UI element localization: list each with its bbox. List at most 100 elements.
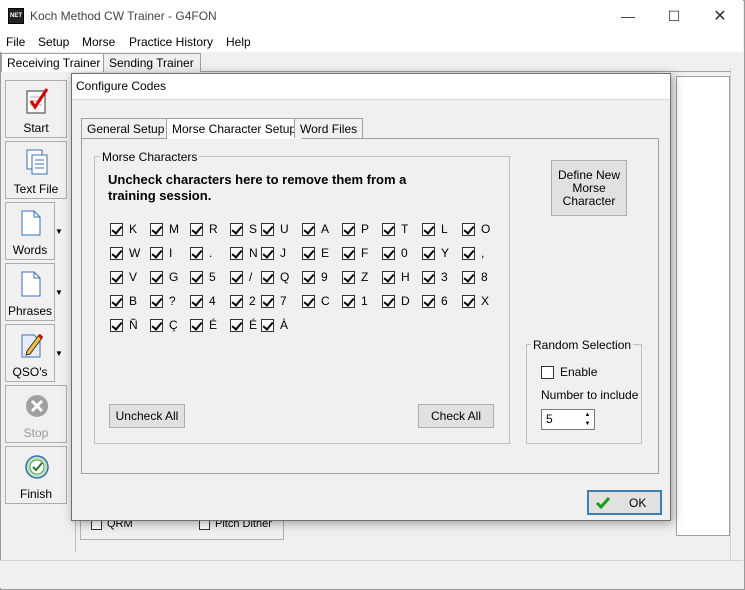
char-checkbox[interactable] [342,246,355,260]
char-checkbox[interactable] [382,222,395,236]
char-checkbox[interactable] [110,294,123,308]
menu-morse[interactable]: Morse [82,35,115,49]
char-checkbox[interactable] [342,294,355,308]
menu-file[interactable]: File [6,35,25,49]
char-checkbox-row[interactable]: T [382,221,408,237]
char-checkbox-row[interactable]: X [462,293,489,309]
char-checkbox[interactable] [261,246,274,260]
char-checkbox[interactable] [382,270,395,284]
char-checkbox-row[interactable]: 3 [422,269,448,285]
char-checkbox[interactable] [302,294,315,308]
char-checkbox[interactable] [230,222,243,236]
qsos-button[interactable]: QSO's [5,324,55,382]
char-checkbox-row[interactable]: 8 [462,269,488,285]
char-checkbox-row[interactable]: 6 [422,293,448,309]
char-checkbox-row[interactable]: 0 [382,245,408,261]
char-checkbox-row[interactable]: U [261,221,289,237]
char-checkbox-row[interactable]: Ñ [110,317,138,333]
char-checkbox[interactable] [422,246,435,260]
char-checkbox-row[interactable]: Ç [150,317,178,333]
char-checkbox[interactable] [150,270,163,284]
char-checkbox-row[interactable]: D [382,293,410,309]
phrases-button[interactable]: Phrases [5,263,55,321]
char-checkbox-row[interactable]: L [422,221,448,237]
char-checkbox-row[interactable]: , [462,245,484,261]
words-button[interactable]: Words [5,202,55,260]
char-checkbox-row[interactable]: B [110,293,137,309]
char-checkbox[interactable] [382,246,395,260]
char-checkbox[interactable] [462,246,475,260]
char-checkbox[interactable] [110,270,123,284]
char-checkbox[interactable] [342,222,355,236]
char-checkbox[interactable] [150,222,163,236]
char-checkbox[interactable] [342,270,355,284]
char-checkbox[interactable] [302,246,315,260]
char-checkbox-row[interactable]: 7 [261,293,287,309]
spin-up-icon[interactable]: ▲ [581,410,594,419]
define-new-morse-character-button[interactable]: Define New Morse Character [551,160,627,216]
char-checkbox[interactable] [150,246,163,260]
char-checkbox-row[interactable]: F [342,245,368,261]
char-checkbox[interactable] [230,318,243,332]
char-checkbox-row[interactable]: J [261,245,286,261]
char-checkbox-row[interactable]: Y [422,245,449,261]
stop-button[interactable]: Stop [5,385,67,443]
char-checkbox-row[interactable]: E [302,245,329,261]
char-checkbox-row[interactable]: 4 [190,293,216,309]
char-checkbox[interactable] [261,270,274,284]
char-checkbox[interactable] [422,294,435,308]
char-checkbox-row[interactable]: Z [342,269,368,285]
char-checkbox-row[interactable]: É [190,317,217,333]
char-checkbox-row[interactable]: / [230,269,252,285]
char-checkbox[interactable] [422,270,435,284]
char-checkbox[interactable] [150,318,163,332]
char-checkbox-row[interactable]: H [382,269,410,285]
close-button[interactable]: ✕ [697,0,743,32]
char-checkbox-row[interactable]: 5 [190,269,216,285]
menu-practice-history[interactable]: Practice History [129,35,213,49]
phrases-dropdown-icon[interactable]: ▼ [54,263,64,321]
tab-general-setup[interactable]: General Setup [81,118,171,138]
tab-receiving-trainer[interactable]: Receiving Trainer [1,53,108,72]
char-checkbox[interactable] [190,294,203,308]
text-file-button[interactable]: Text File [5,141,67,199]
char-checkbox[interactable] [190,222,203,236]
char-checkbox-row[interactable]: 9 [302,269,328,285]
char-checkbox[interactable] [462,222,475,236]
menu-help[interactable]: Help [226,35,251,49]
char-checkbox-row[interactable]: K [110,221,137,237]
char-checkbox-row[interactable]: S [230,221,257,237]
char-checkbox-row[interactable]: 1 [342,293,368,309]
char-checkbox[interactable] [382,294,395,308]
char-checkbox[interactable] [150,294,163,308]
char-checkbox[interactable] [230,294,243,308]
char-checkbox-row[interactable]: R [190,221,218,237]
char-checkbox[interactable] [261,222,274,236]
char-checkbox-row[interactable]: V [110,269,137,285]
char-checkbox[interactable] [110,222,123,236]
char-checkbox-row[interactable]: Q [261,269,289,285]
menu-setup[interactable]: Setup [38,35,69,49]
minimize-button[interactable]: — [605,0,651,32]
qsos-dropdown-icon[interactable]: ▼ [54,324,64,382]
check-all-button[interactable]: Check All [418,404,494,428]
char-checkbox[interactable] [261,318,274,332]
finish-button[interactable]: Finish [5,446,67,504]
spin-down-icon[interactable]: ▼ [581,419,594,429]
tab-morse-character-setup[interactable]: Morse Character Setup [166,118,303,139]
uncheck-all-button[interactable]: Uncheck All [109,404,185,428]
char-checkbox-row[interactable]: I [150,245,172,261]
char-checkbox-row[interactable]: ? [150,293,176,309]
tab-word-files[interactable]: Word Files [294,118,364,138]
char-checkbox[interactable] [230,270,243,284]
char-checkbox[interactable] [302,270,315,284]
char-checkbox-row[interactable]: C [302,293,330,309]
char-checkbox[interactable] [190,318,203,332]
char-checkbox[interactable] [462,294,475,308]
char-checkbox[interactable] [190,270,203,284]
start-button[interactable]: Start [5,80,67,138]
char-checkbox[interactable] [110,318,123,332]
char-checkbox[interactable] [462,270,475,284]
char-checkbox-row[interactable]: N [230,245,258,261]
char-checkbox[interactable] [422,222,435,236]
